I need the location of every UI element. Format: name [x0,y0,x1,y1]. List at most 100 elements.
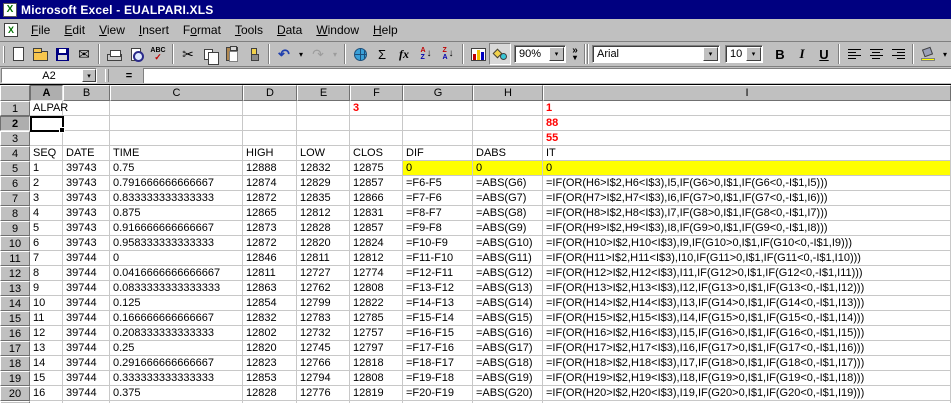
sort-descending-button[interactable]: ZA ↓ [437,43,459,65]
email-button[interactable]: ✉ [73,43,95,65]
cell-I15[interactable]: =IF(OR(H15>I$2,H15<I$3),I14,IF(G15>0,I$1… [543,311,951,326]
cell-G11[interactable]: =F11-F10 [403,251,473,266]
cell-F20[interactable]: 12819 [350,386,403,401]
cell-A7[interactable]: 3 [30,191,63,206]
cut-button[interactable]: ✂ [177,43,199,65]
cell-G9[interactable]: =F9-F8 [403,221,473,236]
cell-E3[interactable] [297,131,350,146]
cell-I7[interactable]: =IF(OR(H7>I$2,H7<I$3),I6,IF(G7>0,I$1,IF(… [543,191,951,206]
column-header-D[interactable]: D [243,85,297,101]
autosum-button[interactable]: Σ [371,43,393,65]
cell-C17[interactable]: 0.25 [110,341,243,356]
cell-C15[interactable]: 0.166666666666667 [110,311,243,326]
cell-I20[interactable]: =IF(OR(H20>I$2,H20<I$3),I19,IF(G20>0,I$1… [543,386,951,401]
cell-D1[interactable] [243,101,297,116]
row-header-2[interactable]: 2 [0,116,30,131]
cell-H18[interactable]: =ABS(G18) [473,356,543,371]
cell-G15[interactable]: =F15-F14 [403,311,473,326]
cell-H14[interactable]: =ABS(G14) [473,296,543,311]
cell-F6[interactable]: 12857 [350,176,403,191]
cell-D14[interactable]: 12854 [243,296,297,311]
cell-D8[interactable]: 12865 [243,206,297,221]
row-header-5[interactable]: 5 [0,161,30,176]
row-header-3[interactable]: 3 [0,131,30,146]
redo-button[interactable]: ↷ [307,43,329,65]
cell-D13[interactable]: 12863 [243,281,297,296]
cell-E11[interactable]: 12811 [297,251,350,266]
cell-C14[interactable]: 0.125 [110,296,243,311]
row-header-6[interactable]: 6 [0,176,30,191]
cell-F5[interactable]: 12875 [350,161,403,176]
cell-F13[interactable]: 12808 [350,281,403,296]
row-header-18[interactable]: 18 [0,356,30,371]
cell-A9[interactable]: 5 [30,221,63,236]
cell-A17[interactable]: 13 [30,341,63,356]
row-header-17[interactable]: 17 [0,341,30,356]
row-header-14[interactable]: 14 [0,296,30,311]
cell-G6[interactable]: =F6-F5 [403,176,473,191]
cell-I8[interactable]: =IF(OR(H8>I$2,H8<I$3),I7,IF(G8>0,I$1,IF(… [543,206,951,221]
cell-F14[interactable]: 12822 [350,296,403,311]
cell-D11[interactable]: 12846 [243,251,297,266]
menu-format[interactable]: Format [176,20,228,40]
column-header-I[interactable]: I [543,85,951,101]
cell-H17[interactable]: =ABS(G17) [473,341,543,356]
cell-E19[interactable]: 12794 [297,371,350,386]
cell-I11[interactable]: =IF(OR(H11>I$2,H11<I$3),I10,IF(G11>0,I$1… [543,251,951,266]
chart-wizard-button[interactable] [467,43,489,65]
cell-I10[interactable]: =IF(OR(H10>I$2,H10<I$3),I9,IF(G10>0,I$1,… [543,236,951,251]
font-name-combobox[interactable]: Arial ▾ [592,45,720,63]
cell-F9[interactable]: 12857 [350,221,403,236]
cell-D10[interactable]: 12872 [243,236,297,251]
cell-B7[interactable]: 39743 [63,191,110,206]
cell-B8[interactable]: 39743 [63,206,110,221]
copy-button[interactable] [199,43,221,65]
cell-B14[interactable]: 39744 [63,296,110,311]
bold-button[interactable]: B [769,43,791,65]
cell-I5[interactable]: 0 [543,161,951,176]
chevron-down-icon[interactable]: ▾ [549,47,564,61]
cell-B17[interactable]: 39744 [63,341,110,356]
row-header-20[interactable]: 20 [0,386,30,401]
cell-B9[interactable]: 39743 [63,221,110,236]
cell-B11[interactable]: 39744 [63,251,110,266]
cell-C7[interactable]: 0.833333333333333 [110,191,243,206]
select-all-corner[interactable] [0,85,30,101]
cell-H10[interactable]: =ABS(G10) [473,236,543,251]
cell-E4[interactable]: LOW [297,146,350,161]
cell-I16[interactable]: =IF(OR(H16>I$2,H16<I$3),I15,IF(G16>0,I$1… [543,326,951,341]
column-header-F[interactable]: F [350,85,403,101]
undo-button[interactable]: ↶ [273,43,295,65]
chevron-down-icon[interactable]: ▾ [703,47,718,61]
cell-D5[interactable]: 12888 [243,161,297,176]
cell-H9[interactable]: =ABS(G9) [473,221,543,236]
cell-A11[interactable]: 7 [30,251,63,266]
cell-A4[interactable]: SEQ [30,146,63,161]
cell-I12[interactable]: =IF(OR(H12>I$2,H12<I$3),I11,IF(G12>0,I$1… [543,266,951,281]
workbook-icon[interactable]: X [4,23,18,37]
cell-F16[interactable]: 12757 [350,326,403,341]
cell-H20[interactable]: =ABS(G20) [473,386,543,401]
row-header-11[interactable]: 11 [0,251,30,266]
new-button[interactable] [7,43,29,65]
cell-E1[interactable] [297,101,350,116]
cell-A18[interactable]: 14 [30,356,63,371]
align-center-button[interactable] [865,43,887,65]
cell-E9[interactable]: 12828 [297,221,350,236]
row-header-15[interactable]: 15 [0,311,30,326]
cell-A13[interactable]: 9 [30,281,63,296]
cell-H16[interactable]: =ABS(G16) [473,326,543,341]
cell-G4[interactable]: DIF [403,146,473,161]
cell-B15[interactable]: 39744 [63,311,110,326]
cell-D20[interactable]: 12828 [243,386,297,401]
cell-F3[interactable] [350,131,403,146]
cell-A8[interactable]: 4 [30,206,63,221]
menu-insert[interactable]: Insert [132,20,176,40]
italic-button[interactable]: I [791,43,813,65]
toolbar-grip[interactable] [3,46,5,63]
chevron-down-icon[interactable]: ▾ [746,47,761,61]
cell-E8[interactable]: 12812 [297,206,350,221]
cell-F7[interactable]: 12866 [350,191,403,206]
cell-A5[interactable]: 1 [30,161,63,176]
sort-ascending-button[interactable]: AZ ↓ [415,43,437,65]
